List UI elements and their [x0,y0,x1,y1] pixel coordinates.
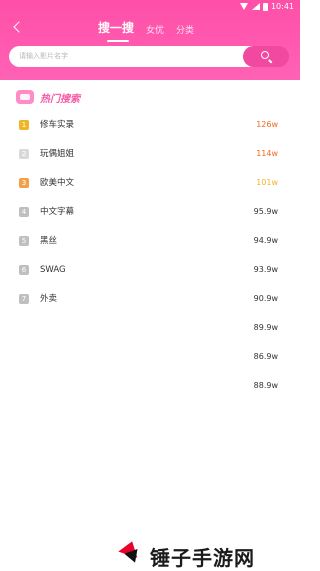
battery-icon [262,2,268,11]
item-count: 114w [256,149,278,158]
rank-badge: 4 [19,207,29,217]
signal-icon [251,3,260,10]
tab-bar: 搜一搜 女优 分类 [98,19,194,42]
tab-search[interactable]: 搜一搜 [98,19,134,42]
hot-search-item[interactable]: 7 外卖 90.9w [16,293,286,307]
rank-badge: 7 [19,294,29,304]
item-name: 欧美中文 [40,178,75,188]
hot-search-item[interactable]: 3 欧美中文 101w [16,177,286,191]
status-icons: 10:41 [239,2,294,11]
search-icon [261,51,269,59]
item-name: 中文字幕 [40,207,75,217]
search-bar: 请输入影片名字 [9,46,289,67]
watermark: 锤子手游网 [116,540,286,570]
rank-badge: 5 [19,236,29,246]
rank-badge: 3 [19,178,29,188]
hot-search-item[interactable]: 86.9w [16,351,286,365]
item-name: SWAG [40,265,66,275]
hot-search-item[interactable]: 89.9w [16,322,286,336]
tab-actresses[interactable]: 女优 [146,23,164,36]
top-nav: 搜一搜 女优 分类 [0,16,300,42]
item-count: 93.9w [253,265,278,274]
hot-search-item[interactable]: 1 修车实录 126w [16,119,286,133]
star-logo-icon [116,540,144,568]
hot-search-item[interactable]: 4 中文字幕 95.9w [16,206,286,220]
item-name: 外卖 [40,294,58,304]
hot-search-item[interactable]: 5 黑丝 94.9w [16,235,286,249]
rank-badge: 2 [19,149,29,159]
item-count: 95.9w [253,207,278,216]
tab-categories[interactable]: 分类 [176,23,194,36]
item-name: 黑丝 [40,236,58,246]
hot-search-header: 热门搜索 [16,88,106,106]
item-count: 126w [256,120,278,129]
hot-search-item[interactable]: 2 玩偶姐姐 114w [16,148,286,162]
watermark-text: 锤子手游网 [150,546,255,570]
search-input[interactable]: 请输入影片名字 [9,46,264,67]
hot-search-item[interactable]: 6 SWAG 93.9w [16,264,286,278]
back-arrow-icon[interactable] [12,20,26,34]
rank-badge: 1 [19,120,29,130]
wifi-icon [239,3,249,10]
item-count: 101w [256,178,278,187]
item-count: 88.9w [253,381,278,390]
hot-search-item[interactable]: 88.9w [16,380,286,394]
hot-search-panel: 热门搜索 1 修车实录 126w 2 玩偶姐姐 114w 3 欧美中文 101w… [0,80,300,570]
tv-icon [16,90,34,104]
item-count: 89.9w [253,323,278,332]
item-name: 玩偶姐姐 [40,149,75,159]
item-count: 86.9w [253,352,278,361]
search-button[interactable] [243,46,289,67]
status-time: 10:41 [270,2,294,11]
rank-badge: 6 [19,265,29,275]
hot-search-title: 热门搜索 [40,93,80,105]
item-count: 90.9w [253,294,278,303]
item-count: 94.9w [253,236,278,245]
item-name: 修车实录 [40,120,75,130]
status-bar: 10:41 [0,0,300,14]
header-background: 10:41 搜一搜 女优 分类 请输入影片名字 [0,0,300,80]
